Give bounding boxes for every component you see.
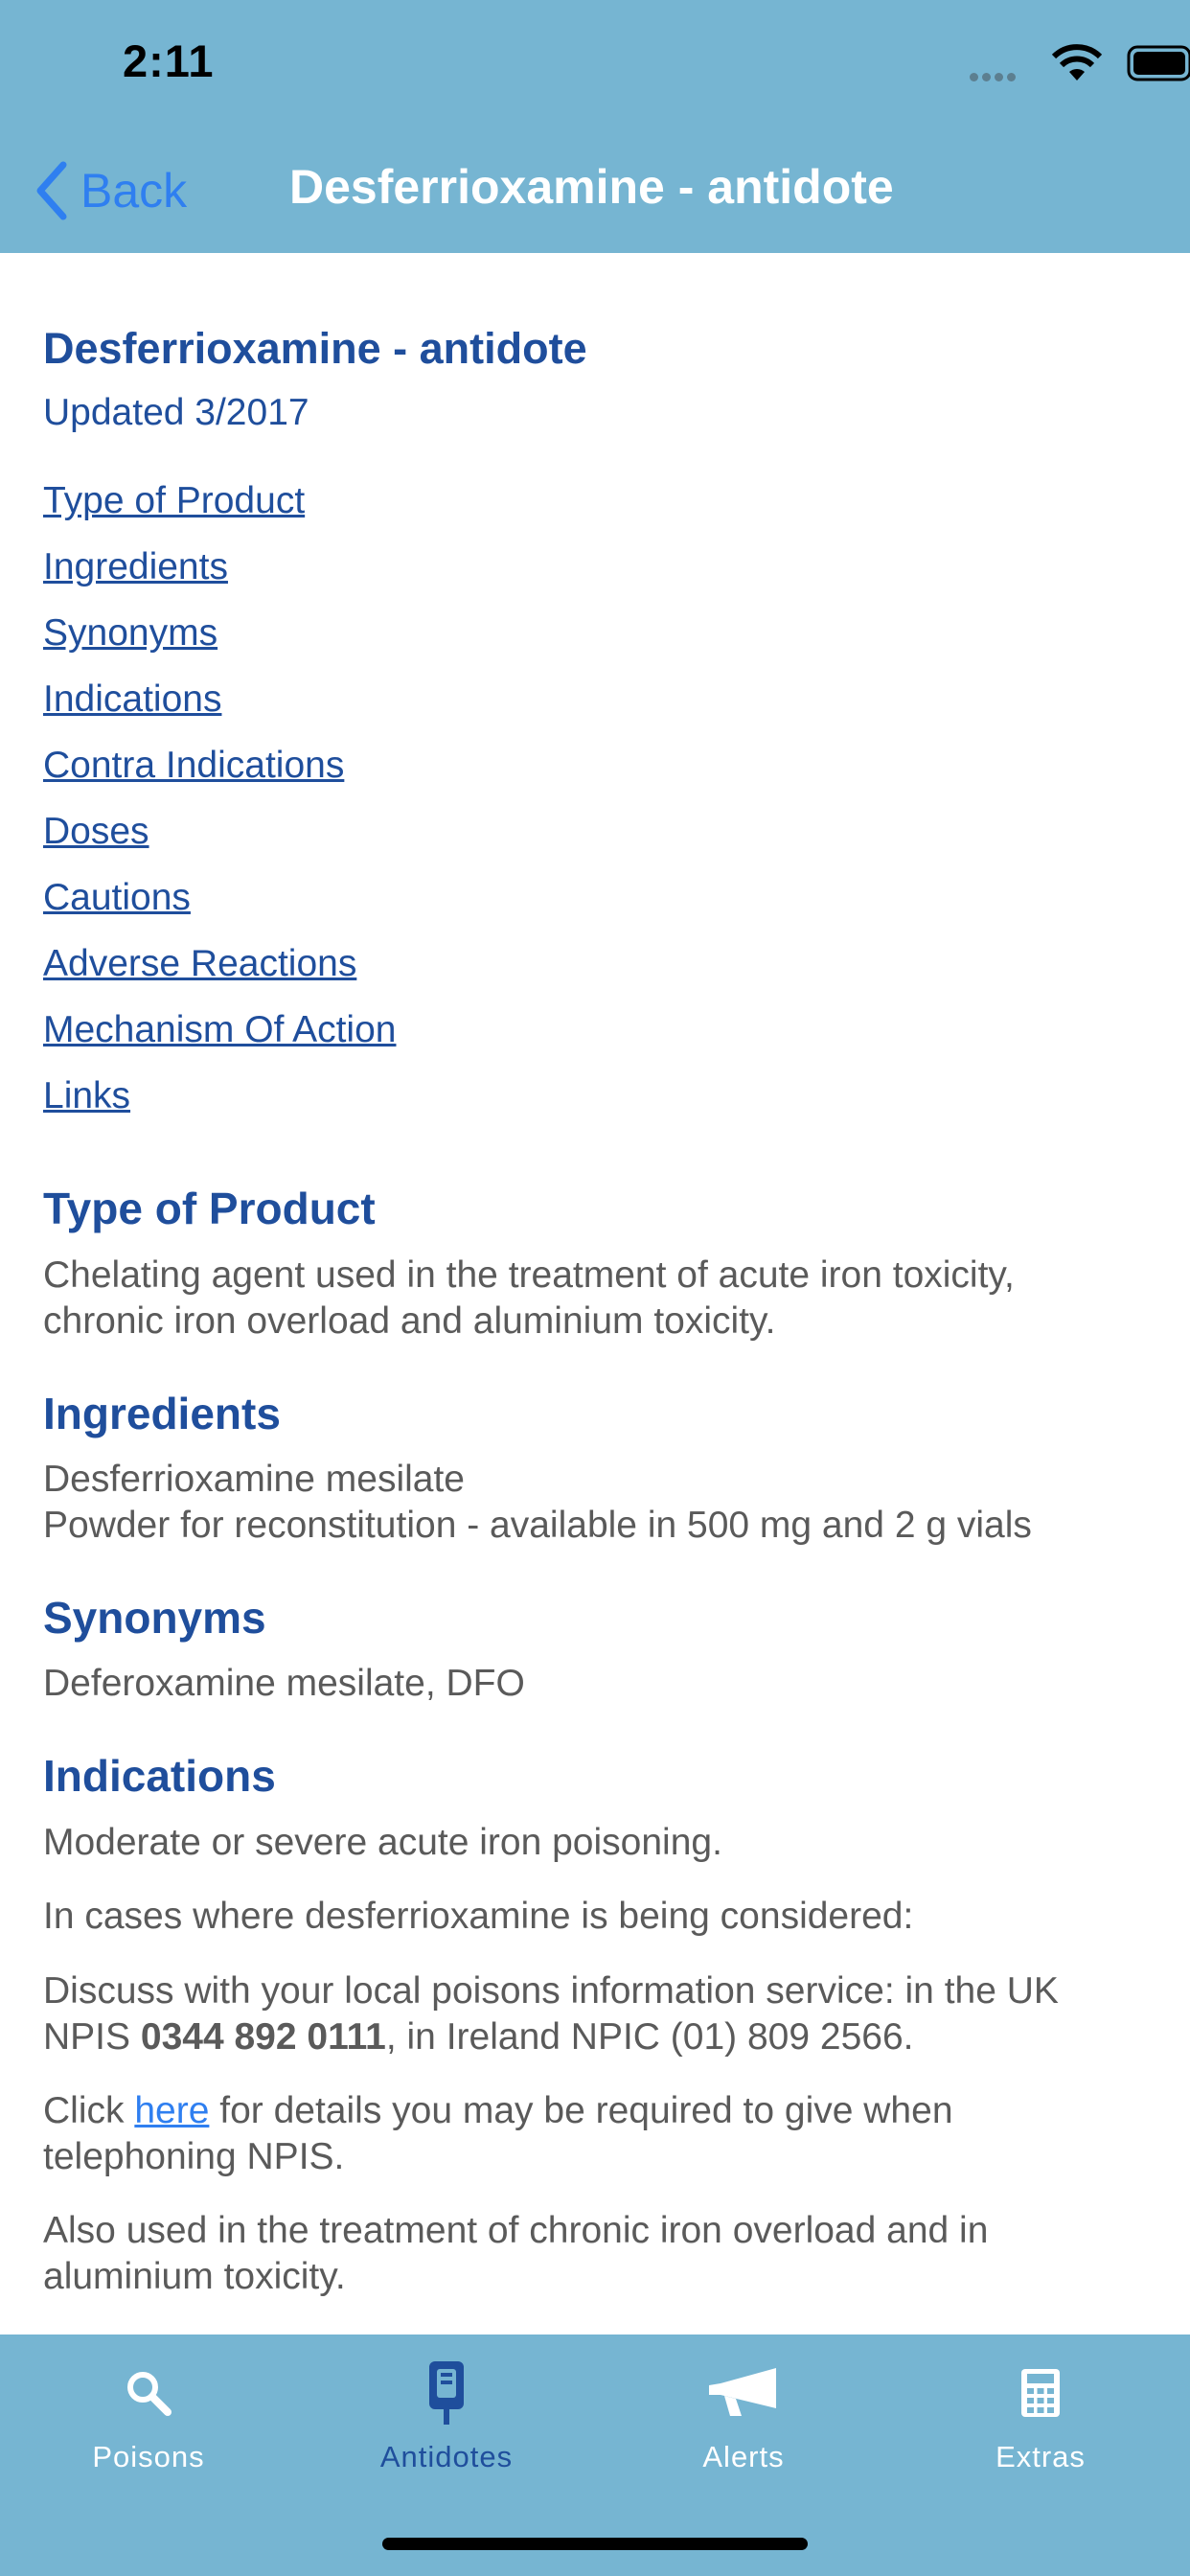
tab-extras[interactable]: Extras [926, 2359, 1156, 2474]
indications-p1: Moderate or severe acute iron poisoning. [43, 1822, 722, 1863]
back-label: Back [80, 164, 188, 218]
toc-link-indications[interactable]: Indications [43, 678, 396, 744]
section-heading-type-of-product: Type of Product [43, 1184, 376, 1233]
toc-link-mechanism-of-action[interactable]: Mechanism Of Action [43, 1008, 396, 1074]
here-link[interactable]: here [134, 2090, 209, 2131]
tab-alerts[interactable]: Alerts [629, 2359, 858, 2474]
indications-p5: Also used in the treatment of chronic ir… [43, 2210, 989, 2297]
ingredients-line-1: Desferrioxamine mesilate [43, 1459, 465, 1500]
section-heading-indications: Indications [43, 1751, 276, 1801]
section-heading-ingredients: Ingredients [43, 1389, 281, 1438]
tab-label-antidotes: Antidotes [379, 2440, 514, 2473]
toc-link-cautions[interactable]: Cautions [43, 876, 396, 942]
toc-link-ingredients[interactable]: Ingredients [43, 545, 396, 611]
nav-title: Desferrioxamine - antidote [289, 160, 894, 214]
toc-link-links[interactable]: Links [43, 1074, 396, 1140]
section-heading-synonyms: Synonyms [43, 1593, 266, 1643]
status-time: 2:11 [123, 35, 215, 86]
npis-phone-number: 0344 892 0111 [140, 2016, 386, 2058]
indications-p4-pre: Click [43, 2090, 135, 2131]
indications-p3-post: , in Ireland NPIC (01) 809 2566. [385, 2016, 914, 2058]
search-icon [127, 2372, 172, 2416]
tab-poisons[interactable]: Poisons [34, 2359, 263, 2474]
home-indicator [382, 2538, 808, 2550]
calculator-icon [1021, 2369, 1060, 2417]
indications-p2: In cases where desferrioxamine is being … [43, 1896, 914, 1937]
toc-link-contra-indications[interactable]: Contra Indications [43, 744, 396, 810]
back-button[interactable]: Back [34, 157, 187, 224]
cellular-signal-icon [970, 69, 1019, 86]
table-of-contents: Type of Product Ingredients Synonyms Ind… [43, 479, 396, 1140]
header: 2:11 Back Desferrioxamine - antidote [0, 0, 1190, 253]
synonyms-text: Deferoxamine mesilate, DFO [43, 1663, 525, 1704]
ingredients-line-2: Powder for reconstitution - available in… [43, 1505, 1032, 1546]
megaphone-icon [709, 2368, 776, 2416]
toc-link-synonyms[interactable]: Synonyms [43, 611, 396, 678]
indications-p3: Discuss with your local poisons informat… [43, 1968, 1145, 2060]
page-title: Desferrioxamine - antidote [43, 324, 587, 373]
toc-link-adverse-reactions[interactable]: Adverse Reactions [43, 942, 396, 1008]
chevron-left-icon [36, 161, 67, 220]
tab-label-poisons: Poisons [92, 2440, 205, 2473]
tab-label-alerts: Alerts [702, 2440, 785, 2473]
tab-label-extras: Extras [995, 2440, 1086, 2473]
indications-p4: Click here for details you may be requir… [43, 2088, 1145, 2180]
tab-antidotes[interactable]: Antidotes [332, 2359, 561, 2474]
wifi-icon [1051, 44, 1103, 80]
battery-icon [1127, 45, 1190, 81]
antidote-icon [429, 2361, 464, 2425]
toc-link-doses[interactable]: Doses [43, 810, 396, 876]
updated-date: Updated 3/2017 [43, 392, 309, 433]
type-of-product-text: Chelating agent used in the treatment of… [43, 1254, 1015, 1342]
toc-link-type-of-product[interactable]: Type of Product [43, 479, 396, 545]
